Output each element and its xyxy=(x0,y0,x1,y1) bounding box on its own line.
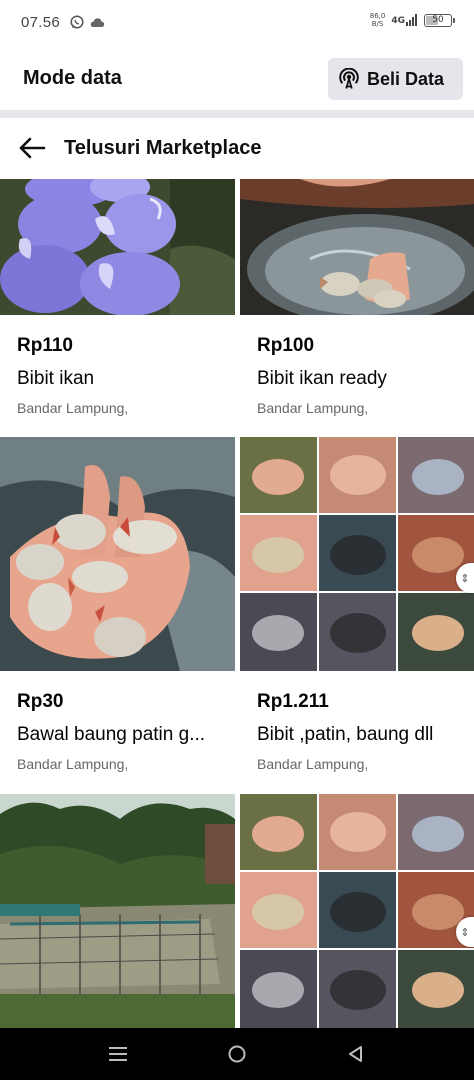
listing-name: Bibit ,patin, baung dll xyxy=(257,724,434,745)
status-notification-icons xyxy=(70,15,105,29)
signal-icon xyxy=(406,14,417,26)
recent-apps-button[interactable] xyxy=(88,1028,148,1080)
home-icon xyxy=(228,1045,246,1063)
net-speed: 86,0 B/S xyxy=(370,12,386,28)
listing-name: Bibit ikan ready xyxy=(257,368,387,389)
listing-photo xyxy=(240,794,474,1028)
listing-location: Bandar Lampung, xyxy=(257,756,369,772)
back-icon xyxy=(349,1046,362,1062)
listing-photo xyxy=(240,179,474,315)
broadcast-icon xyxy=(339,68,359,89)
signal-indicator: 4G xyxy=(391,14,418,26)
navigation-bar xyxy=(0,1028,474,1080)
buy-data-label: Beli Data xyxy=(367,68,445,89)
listing-photo xyxy=(0,794,235,1028)
status-time: 07.56 xyxy=(21,14,61,31)
cloud-icon xyxy=(90,17,105,27)
listing-photo xyxy=(0,179,235,315)
listing-location: Bandar Lampung, xyxy=(257,400,369,416)
listing-card[interactable] xyxy=(240,794,474,1028)
buy-data-button[interactable]: Beli Data xyxy=(328,58,463,100)
back-arrow-icon[interactable] xyxy=(18,136,46,160)
listing-location: Bandar Lampung, xyxy=(17,756,129,772)
listing-name: Bawal baung patin g... xyxy=(17,724,206,745)
mode-title: Mode data xyxy=(23,67,122,89)
listing-price: Rp100 xyxy=(257,335,315,356)
listing-card[interactable]: Rp110 Bibit ikan Bandar Lampung, xyxy=(0,179,235,436)
home-button[interactable] xyxy=(207,1028,267,1080)
listing-card[interactable]: Rp100 Bibit ikan ready Bandar Lampung, xyxy=(240,179,474,436)
back-button[interactable] xyxy=(325,1028,385,1080)
net-speed-value: 86,0 xyxy=(369,12,386,20)
mode-data-header: Mode data Beli Data xyxy=(0,46,474,112)
battery-icon: 50 xyxy=(424,13,455,27)
marketplace-title: Telusuri Marketplace xyxy=(64,137,262,159)
listing-price: Rp30 xyxy=(17,691,64,712)
whatsapp-icon xyxy=(70,15,84,29)
listing-photo xyxy=(0,437,235,671)
listing-photo xyxy=(240,437,474,671)
marketplace-header: Telusuri Marketplace xyxy=(0,118,474,179)
listing-name: Bibit ikan xyxy=(17,368,95,389)
menu-icon xyxy=(109,1047,127,1061)
listing-card[interactable]: Rp30 Bawal baung patin g... Bandar Lampu… xyxy=(0,437,235,793)
listing-price: Rp110 xyxy=(17,335,73,356)
net-speed-unit: B/S xyxy=(371,20,384,28)
network-type: 4G xyxy=(391,16,405,26)
battery-level: 50 xyxy=(432,15,444,25)
status-right-icons: 86,0 B/S 4G 50 xyxy=(370,12,455,28)
status-bar: 07.56 86,0 B/S 4G 50 xyxy=(0,0,474,46)
listing-card[interactable]: Rp1.211 Bibit ,patin, baung dll Bandar L… xyxy=(240,437,474,793)
listing-grid: Rp110 Bibit ikan Bandar Lampung, Rp100 B… xyxy=(0,179,474,1028)
listing-location: Bandar Lampung, xyxy=(17,400,129,416)
separator xyxy=(0,110,474,118)
listing-price: Rp1.211 xyxy=(257,691,329,712)
listing-card[interactable] xyxy=(0,794,235,1028)
